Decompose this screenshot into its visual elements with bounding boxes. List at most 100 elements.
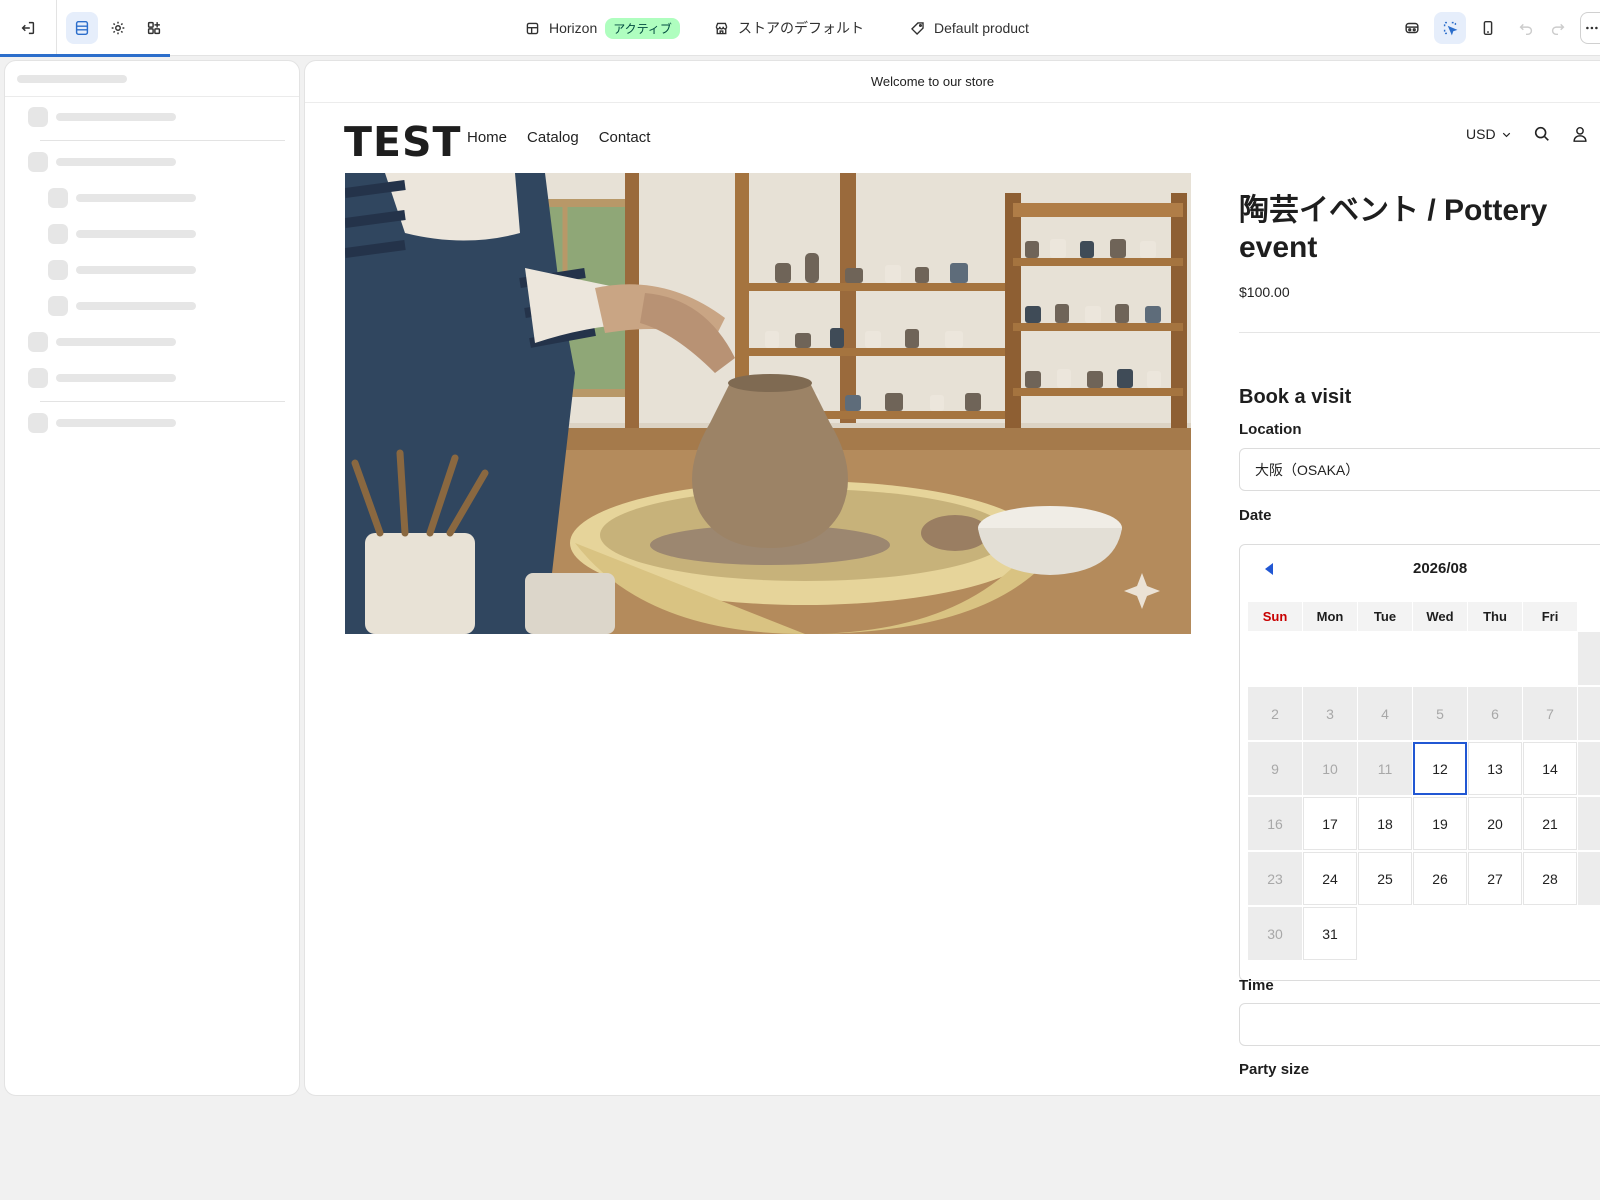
main-navigation: Home Catalog Contact: [467, 129, 650, 146]
skeleton-bar: [56, 419, 176, 427]
product-title: 陶芸イベント / Pottery event: [1239, 194, 1548, 264]
apps-icon: [147, 21, 161, 35]
skeleton-divider: [40, 140, 285, 141]
calendar-day[interactable]: 21: [1523, 797, 1577, 850]
calendar-day: 23: [1248, 852, 1302, 905]
theme-name: Horizon: [549, 20, 598, 36]
skeleton-bar: [56, 374, 176, 382]
calendar-day[interactable]: 13: [1468, 742, 1522, 795]
skeleton-icon: [48, 188, 68, 208]
calendar-day-cropped: [1578, 852, 1600, 905]
calendar-day: 9: [1248, 742, 1302, 795]
skeleton-icon: [28, 107, 48, 127]
booking-heading: Book a visit: [1239, 386, 1352, 408]
weekday-sun: Sun: [1248, 602, 1302, 631]
calendar-day-cropped: [1578, 797, 1600, 850]
calendar-day[interactable]: 20: [1468, 797, 1522, 850]
theme-selector[interactable]: Horizon アクティブ: [524, 0, 680, 56]
account-icon[interactable]: [1571, 125, 1589, 143]
date-label: Date: [1239, 507, 1272, 524]
calendar-day: 5: [1413, 687, 1467, 740]
previous-month-icon[interactable]: [1262, 561, 1276, 577]
nav-link-contact[interactable]: Contact: [599, 129, 651, 146]
sections-button[interactable]: [66, 12, 98, 44]
calendar-day[interactable]: 28: [1523, 852, 1577, 905]
sections-icon: [75, 20, 89, 36]
time-select[interactable]: [1239, 1003, 1600, 1046]
calendar-day[interactable]: 25: [1358, 852, 1412, 905]
divider: [1239, 332, 1600, 333]
nav-link-catalog[interactable]: Catalog: [527, 129, 579, 146]
time-label: Time: [1239, 977, 1274, 994]
store-selector[interactable]: ストアのデフォルト: [713, 0, 864, 56]
calendar-day: 11: [1358, 742, 1412, 795]
skeleton-icon: [48, 260, 68, 280]
calendar-day: 10: [1303, 742, 1357, 795]
skeleton-bar: [56, 158, 176, 166]
date-calendar: 2026/08 Sun Mon Tue Wed Thu Fri 2 3 4 5 6 7 9 10 11 12…: [1239, 544, 1600, 981]
weekday-mon: Mon: [1303, 602, 1357, 631]
skeleton-bar: [56, 113, 176, 121]
calendar-day[interactable]: 14: [1523, 742, 1577, 795]
skeleton-bar: [76, 194, 196, 202]
calendar-day[interactable]: 27: [1468, 852, 1522, 905]
announcement-text: Welcome to our store: [870, 74, 995, 89]
announcement-bar: Welcome to our store: [305, 61, 1600, 103]
more-actions-button[interactable]: [1580, 12, 1600, 44]
select-element-button[interactable]: [1434, 12, 1466, 44]
skeleton-icon: [28, 332, 48, 352]
redo-icon: [1551, 23, 1565, 36]
header-actions: USD: [1466, 125, 1589, 143]
sidebar-skeleton-header: [5, 61, 299, 97]
calendar-day: 30: [1248, 907, 1302, 960]
mobile-view-button[interactable]: [1472, 12, 1504, 44]
topbar-divider: [56, 0, 57, 56]
calendar-day[interactable]: 17: [1303, 797, 1357, 850]
calendar-day[interactable]: 31: [1303, 907, 1357, 960]
skeleton-bar: [76, 266, 196, 274]
calendar-month: 2026/08: [1413, 560, 1468, 577]
calendar-day: 2: [1248, 687, 1302, 740]
calendar-day: 7: [1523, 687, 1577, 740]
more-icon: [1585, 26, 1598, 30]
calendar-day[interactable]: 26: [1413, 852, 1467, 905]
location-select[interactable]: 大阪（OSAKA）: [1239, 448, 1600, 491]
calendar-day-cropped: [1578, 632, 1600, 685]
calendar-day[interactable]: 12: [1413, 742, 1467, 795]
calendar-day[interactable]: 19: [1413, 797, 1467, 850]
skeleton-bar: [76, 230, 196, 238]
theme-settings-button[interactable]: [102, 12, 134, 44]
calendar-day: 16: [1248, 797, 1302, 850]
theme-icon: [526, 22, 539, 34]
skeleton-icon: [28, 368, 48, 388]
pottery-studio-illustration: [345, 173, 1191, 634]
app-embeds-button[interactable]: [138, 12, 170, 44]
skeleton-bar: [17, 75, 127, 83]
skeleton-icon: [48, 296, 68, 316]
nav-link-home[interactable]: Home: [467, 129, 507, 146]
undo-button[interactable]: [1510, 12, 1542, 44]
calendar-day[interactable]: 24: [1303, 852, 1357, 905]
store-icon: [715, 22, 728, 34]
template-selector[interactable]: Default product: [909, 0, 1029, 56]
weekday-fri: Fri: [1523, 602, 1577, 631]
chevron-down-icon: [1502, 132, 1510, 137]
search-icon[interactable]: [1533, 125, 1551, 143]
store-logo[interactable]: TEST: [344, 118, 461, 166]
calendar-day[interactable]: 18: [1358, 797, 1412, 850]
loading-progress-bar: [0, 54, 170, 57]
calendar-day-cropped: [1578, 687, 1600, 740]
party-size-label: Party size: [1239, 1061, 1310, 1078]
redo-button[interactable]: [1542, 12, 1574, 44]
inspector-button[interactable]: [1396, 12, 1428, 44]
weekday-wed: Wed: [1413, 602, 1467, 631]
product-image[interactable]: [345, 173, 1191, 634]
theme-status-badge: アクティブ: [605, 17, 680, 39]
currency-selector[interactable]: USD: [1466, 126, 1513, 142]
cursor-select-icon: [1443, 21, 1458, 36]
storefront-preview: Welcome to our store TEST Home Catalog C…: [304, 60, 1600, 1096]
template-name: Default product: [934, 20, 1029, 36]
exit-button[interactable]: [12, 12, 44, 44]
skeleton-bar: [76, 302, 196, 310]
editor-topbar: Horizon アクティブ ストアのデフォルト Default product: [0, 0, 1600, 57]
